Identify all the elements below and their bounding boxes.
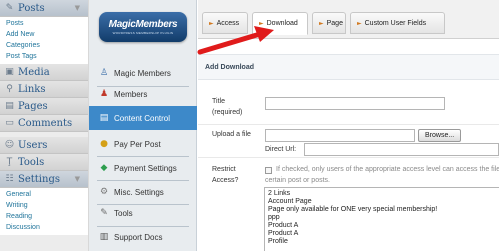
mm-item-label: Content Control <box>114 113 171 123</box>
tab-label: Custom User Fields <box>364 19 427 27</box>
annotation-arrow-head <box>254 26 274 42</box>
users-icon: ☺ <box>4 140 15 150</box>
menu-comments[interactable]: ▭ Comments <box>0 115 88 132</box>
document-icon: ▤ <box>99 113 109 123</box>
access-level-list[interactable]: 2 Links Account Page Page only available… <box>264 187 499 251</box>
mm-item-tools[interactable]: ✎ Tools <box>89 201 197 225</box>
mm-item-content-control[interactable]: ▤ Content Control <box>89 106 197 130</box>
title-required-label: (required) <box>212 109 243 116</box>
access-option[interactable]: 2 Links <box>268 190 499 198</box>
members-icon: ♟ <box>99 89 109 99</box>
access-option[interactable]: Product A <box>268 230 499 238</box>
tab-page[interactable]: ► Page <box>312 12 346 34</box>
posts-submenu: Posts Add New Categories Post Tags <box>0 17 88 64</box>
comment-icon: ▭ <box>5 118 14 128</box>
restrict-label: Restrict <box>212 166 236 173</box>
submenu-item-post-tags[interactable]: Post Tags <box>0 51 88 62</box>
mm-item-label: Magic Members <box>114 68 171 78</box>
tab-arrow-icon: ► <box>357 19 362 27</box>
menu-media[interactable]: ▣ Media <box>0 64 88 81</box>
direct-url-label: Direct Url: <box>265 146 297 153</box>
menu-users[interactable]: ☺ Users <box>0 137 88 154</box>
user-icon: ♙ <box>99 68 109 78</box>
tab-label: Page <box>326 19 343 27</box>
media-icon: ▣ <box>5 67 14 77</box>
restrict-access-label: Access? <box>212 177 239 184</box>
collapse-arrow-icon[interactable]: ▼ <box>75 175 80 183</box>
magic-members-logo[interactable]: MagicMembers WORDPRESS MEMBERSHIP PLUGIN <box>99 12 187 42</box>
restrict-hint-continued: certain post or posts. <box>265 177 330 184</box>
logo-title: MagicMembers <box>108 19 178 30</box>
menu-comments-label: Comments <box>18 117 73 129</box>
settings-submenu: General Writing Reading Discussion <box>0 188 88 235</box>
diamond-icon: ◆ <box>100 163 108 173</box>
access-option[interactable]: Product A <box>268 222 499 230</box>
settings-icon: ☷ <box>5 174 14 184</box>
mm-item-members[interactable]: ♟ Members <box>89 82 197 106</box>
tools-icon: Ţ <box>6 157 13 167</box>
mm-item-label: Tools <box>114 208 133 218</box>
access-option[interactable]: Account Page <box>268 198 499 206</box>
pushpin-icon: ✎ <box>5 3 14 13</box>
tab-arrow-icon: ► <box>319 19 324 27</box>
gear-icon: ⚙ <box>99 187 109 197</box>
title-row: Title (required) <box>198 88 499 125</box>
upload-label: Upload a file <box>212 131 251 138</box>
direct-url-input[interactable] <box>304 143 499 156</box>
submenu-item-discussion[interactable]: Discussion <box>0 222 88 233</box>
browse-button[interactable]: Browse... <box>418 129 462 142</box>
menu-settings-label: Settings <box>18 173 60 185</box>
menu-pages-label: Pages <box>18 100 48 112</box>
menu-users-label: Users <box>18 139 48 151</box>
submenu-item-posts[interactable]: Posts <box>0 18 88 29</box>
section-title: Add Download <box>198 54 499 80</box>
menu-tools[interactable]: Ţ Tools <box>0 154 88 171</box>
collapse-arrow-icon[interactable]: ▼ <box>75 4 80 12</box>
annotation-arrow-shaft <box>197 31 263 55</box>
magic-members-panel: MagicMembers WORDPRESS MEMBERSHIP PLUGIN… <box>89 0 197 251</box>
page-icon: ▤ <box>5 101 14 111</box>
menu-pages[interactable]: ▤ Pages <box>0 98 88 115</box>
restrict-access-checkbox[interactable] <box>265 167 272 174</box>
access-option[interactable]: ppp <box>268 214 499 222</box>
coins-icon: ● <box>100 139 108 149</box>
mm-item-label: Pay Per Post <box>114 139 161 149</box>
menu-links[interactable]: ⚲ Links <box>0 81 88 98</box>
menu-tools-label: Tools <box>18 156 45 168</box>
access-option[interactable]: Page only available for ONE very special… <box>268 206 499 214</box>
menu-posts-label: Posts <box>18 2 45 14</box>
file-path-input[interactable] <box>265 129 415 142</box>
menu-media-label: Media <box>18 66 50 78</box>
wp-admin-sidebar: ✎ Posts ▼ Posts Add New Categories Post … <box>0 0 89 251</box>
logo-subtitle: WORDPRESS MEMBERSHIP PLUGIN <box>112 31 174 35</box>
title-input[interactable] <box>265 97 445 110</box>
wrench-icon: ✎ <box>100 208 108 218</box>
submenu-item-categories[interactable]: Categories <box>0 40 88 51</box>
access-option[interactable]: Profile <box>268 238 499 246</box>
submenu-item-writing[interactable]: Writing <box>0 200 88 211</box>
submenu-item-general[interactable]: General <box>0 189 88 200</box>
mm-item-support-docs[interactable]: ▥ Support Docs <box>89 225 197 249</box>
menu-settings[interactable]: ☷ Settings ▼ <box>0 171 88 188</box>
mm-item-label: Payment Settings <box>114 163 177 173</box>
mm-item-label: Support Docs <box>114 232 163 242</box>
mm-item-label: Misc. Settings <box>114 187 164 197</box>
menu-posts[interactable]: ✎ Posts ▼ <box>0 0 88 17</box>
restrict-hint: If checked, only users of the appropriat… <box>276 166 499 173</box>
submenu-item-add-new[interactable]: Add New <box>0 29 88 40</box>
mm-item-pay-per-post[interactable]: ● Pay Per Post <box>89 132 197 156</box>
docs-icon: ▥ <box>99 232 109 242</box>
title-label: Title <box>212 98 225 105</box>
mm-item-label: Members <box>114 89 148 99</box>
menu-links-label: Links <box>18 83 46 95</box>
link-icon: ⚲ <box>6 84 13 94</box>
tab-custom-user-fields[interactable]: ► Custom User Fields <box>350 12 445 34</box>
mm-item-payment-settings[interactable]: ◆ Payment Settings <box>89 156 197 180</box>
upload-row: Upload a file Browse... Direct Url: <box>198 125 499 158</box>
submenu-item-reading[interactable]: Reading <box>0 211 88 222</box>
annotation-arrow-icon <box>197 26 274 55</box>
